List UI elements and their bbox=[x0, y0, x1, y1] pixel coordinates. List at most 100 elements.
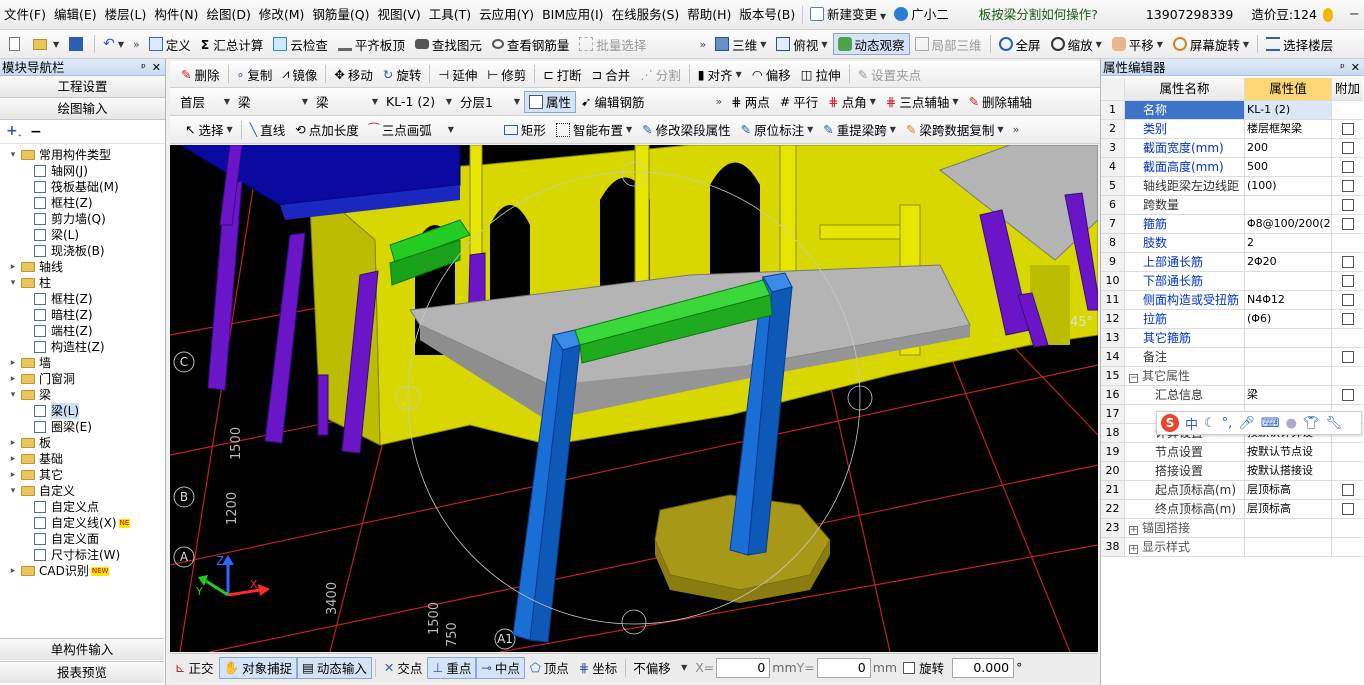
attach-checkbox[interactable] bbox=[1341, 313, 1354, 325]
property-value[interactable]: (Φ6) bbox=[1245, 310, 1332, 328]
property-row[interactable]: 6 跨数量 bbox=[1101, 196, 1363, 215]
tab-project-settings[interactable]: 工程设置 bbox=[0, 76, 165, 98]
menu-view[interactable]: 视图(V) bbox=[373, 4, 424, 26]
expand-all-icon[interactable]: +⁺ bbox=[6, 123, 22, 141]
property-row[interactable]: 14 备注 bbox=[1101, 348, 1363, 367]
expand-toggle-icon[interactable]: ▾ bbox=[8, 147, 18, 163]
attach-checkbox[interactable] bbox=[1341, 218, 1354, 230]
new-file-button[interactable] bbox=[4, 33, 28, 55]
attach-checkbox[interactable] bbox=[1341, 351, 1354, 363]
property-value[interactable] bbox=[1245, 538, 1332, 556]
tree-item[interactable]: 筏板基础(M) bbox=[34, 179, 119, 195]
property-row[interactable]: 9 上部通长筋 2Φ20 bbox=[1101, 253, 1363, 272]
fullscreen-button[interactable]: 全屏 bbox=[994, 33, 1046, 55]
rotate-checkbox[interactable] bbox=[903, 661, 916, 674]
property-row[interactable]: 38 + 显示样式 bbox=[1101, 538, 1363, 557]
close-icon[interactable]: ✕ bbox=[1351, 59, 1360, 75]
pin-icon[interactable]: ᵖ bbox=[1340, 59, 1345, 75]
expand-toggle-icon[interactable]: ▸ bbox=[8, 259, 18, 275]
menu-floor[interactable]: 楼层(L) bbox=[101, 4, 151, 26]
modify-beam-segment-button[interactable]: ✎ 修改梁段属性 bbox=[637, 119, 736, 141]
assistant-button[interactable]: 广小二 bbox=[890, 4, 953, 26]
property-row[interactable]: 4 截面高度(mm) 500 bbox=[1101, 158, 1363, 177]
user-icon[interactable]: ● bbox=[1286, 416, 1297, 431]
tab-drawing-input[interactable]: 绘图输入 bbox=[0, 98, 165, 120]
new-change-button[interactable]: 新建变更 ▼ bbox=[806, 4, 890, 26]
property-value[interactable]: 按默认节点设 bbox=[1245, 443, 1332, 461]
summary-calc-button[interactable]: Σ 汇总计算 bbox=[196, 33, 269, 55]
property-row[interactable]: 23 + 锚固搭接 bbox=[1101, 519, 1363, 538]
rectangle-button[interactable]: 矩形 bbox=[499, 119, 551, 141]
expand-toggle-icon[interactable]: ▸ bbox=[8, 355, 18, 371]
line-button[interactable]: ╲ 直线 bbox=[245, 119, 291, 141]
attach-checkbox[interactable] bbox=[1341, 123, 1354, 135]
tree-item[interactable]: 圈梁(E) bbox=[34, 419, 92, 435]
collapse-all-icon[interactable]: − bbox=[30, 124, 42, 140]
attach-checkbox[interactable] bbox=[1341, 199, 1354, 211]
attach-checkbox[interactable] bbox=[1341, 161, 1354, 173]
split-button[interactable]: ⋰ 分割 bbox=[635, 63, 686, 85]
expand-toggle-icon[interactable]: ▸ bbox=[8, 451, 18, 467]
x-input[interactable]: 0 bbox=[716, 657, 771, 678]
smart-layout-button[interactable]: 智能布置 ▼ bbox=[551, 119, 637, 141]
open-button[interactable]: ▼ bbox=[28, 33, 64, 55]
property-row[interactable]: 22 终点顶标高(m) 层顶标高 bbox=[1101, 500, 1363, 519]
property-row[interactable]: 13 其它箍筋 bbox=[1101, 329, 1363, 348]
property-value[interactable]: 层顶标高 bbox=[1245, 500, 1332, 518]
define-button[interactable]: 定义 bbox=[144, 33, 196, 55]
find-element-button[interactable]: 查找图元 bbox=[410, 33, 487, 55]
zoom-button[interactable]: 缩放 ▼ bbox=[1046, 33, 1107, 55]
expand-toggle-icon[interactable]: ▾ bbox=[8, 387, 18, 403]
tree-item[interactable]: 自定义点 bbox=[34, 499, 99, 515]
tree-folder[interactable]: ▾ 自定义 bbox=[8, 483, 75, 499]
category-select[interactable]: 梁 ▼ bbox=[234, 92, 312, 112]
property-row[interactable]: 20 搭接设置 按默认搭接设 bbox=[1101, 462, 1363, 481]
property-row[interactable]: 1 名称 KL-1 (2) bbox=[1101, 101, 1363, 120]
property-value[interactable]: 楼层框架梁 bbox=[1245, 120, 1332, 138]
copy-button[interactable]: ∘ 复制 bbox=[232, 63, 278, 85]
two-point-axis-button[interactable]: ⋕ 两点 bbox=[726, 91, 775, 113]
help-question-link[interactable]: 板按梁分割如何操作? bbox=[975, 4, 1102, 26]
toolbar-overflow-icon[interactable]: » bbox=[712, 95, 727, 108]
in-situ-annotation-button[interactable]: ✎ 原位标注 ▼ bbox=[736, 119, 819, 141]
property-row[interactable]: 8 肢数 2 bbox=[1101, 234, 1363, 253]
offset-mode-select[interactable]: 不偏移 ▼ bbox=[629, 658, 691, 678]
point-length-button[interactable]: ⟲ 点加长度 bbox=[290, 119, 364, 141]
tree-folder[interactable]: ▸ 其它 bbox=[8, 467, 63, 483]
tree-item[interactable]: 梁(L) bbox=[34, 403, 80, 419]
property-value[interactable] bbox=[1245, 367, 1332, 385]
property-value[interactable]: 梁 bbox=[1245, 386, 1332, 404]
toolbar-overflow-icon[interactable]: » bbox=[129, 38, 144, 51]
y-input[interactable]: 0 bbox=[816, 657, 871, 678]
tree-folder[interactable]: ▸ CAD识别 NEW bbox=[8, 563, 110, 579]
offset-button[interactable]: ◠ 偏移 bbox=[747, 63, 796, 85]
property-value[interactable]: 200 bbox=[1245, 139, 1332, 157]
undo-button[interactable]: ↶ ▼ bbox=[98, 33, 129, 55]
3d-view-button[interactable]: 三维 ▼ bbox=[710, 33, 771, 55]
midpoint-snap[interactable]: ⊸ 中点 bbox=[476, 656, 525, 679]
ime-mode[interactable]: 中 bbox=[1185, 414, 1198, 433]
property-value[interactable]: 层顶标高 bbox=[1245, 481, 1332, 499]
rotate-button[interactable]: ↻ 旋转 bbox=[378, 63, 427, 85]
expand-toggle-icon[interactable]: ▸ bbox=[8, 467, 18, 483]
batch-select-button[interactable]: 批量选择 bbox=[574, 33, 651, 55]
tree-item[interactable]: 框柱(Z) bbox=[34, 195, 93, 211]
menu-help[interactable]: 帮助(H) bbox=[683, 4, 735, 26]
minimize-icon[interactable]: − bbox=[1344, 4, 1364, 26]
object-snap-toggle[interactable]: ✋ 对象捕捉 bbox=[218, 656, 298, 679]
menu-component[interactable]: 构件(N) bbox=[150, 4, 202, 26]
pan-button[interactable]: 平移 ▼ bbox=[1107, 33, 1168, 55]
menu-rebar[interactable]: 钢筋量(Q) bbox=[308, 4, 373, 26]
toolbar-overflow-icon[interactable]: » bbox=[695, 38, 710, 51]
properties-button[interactable]: 属性 bbox=[524, 90, 577, 113]
type-select[interactable]: 梁 ▼ bbox=[312, 92, 382, 112]
align-slab-top-button[interactable]: 平齐板顶 bbox=[333, 33, 410, 55]
select-button[interactable]: ↖ 选择 ▼ bbox=[180, 119, 238, 141]
tree-item[interactable]: 现浇板(B) bbox=[34, 243, 105, 259]
collapse-icon[interactable]: − bbox=[1129, 374, 1138, 383]
menu-cloud[interactable]: 云应用(Y) bbox=[475, 4, 538, 26]
property-value[interactable]: (100) bbox=[1245, 177, 1332, 195]
perpendicular-snap[interactable]: ⊥ 重点 bbox=[427, 656, 477, 679]
expand-toggle-icon[interactable]: ▾ bbox=[8, 483, 18, 499]
menu-edit[interactable]: 编辑(E) bbox=[50, 4, 101, 26]
